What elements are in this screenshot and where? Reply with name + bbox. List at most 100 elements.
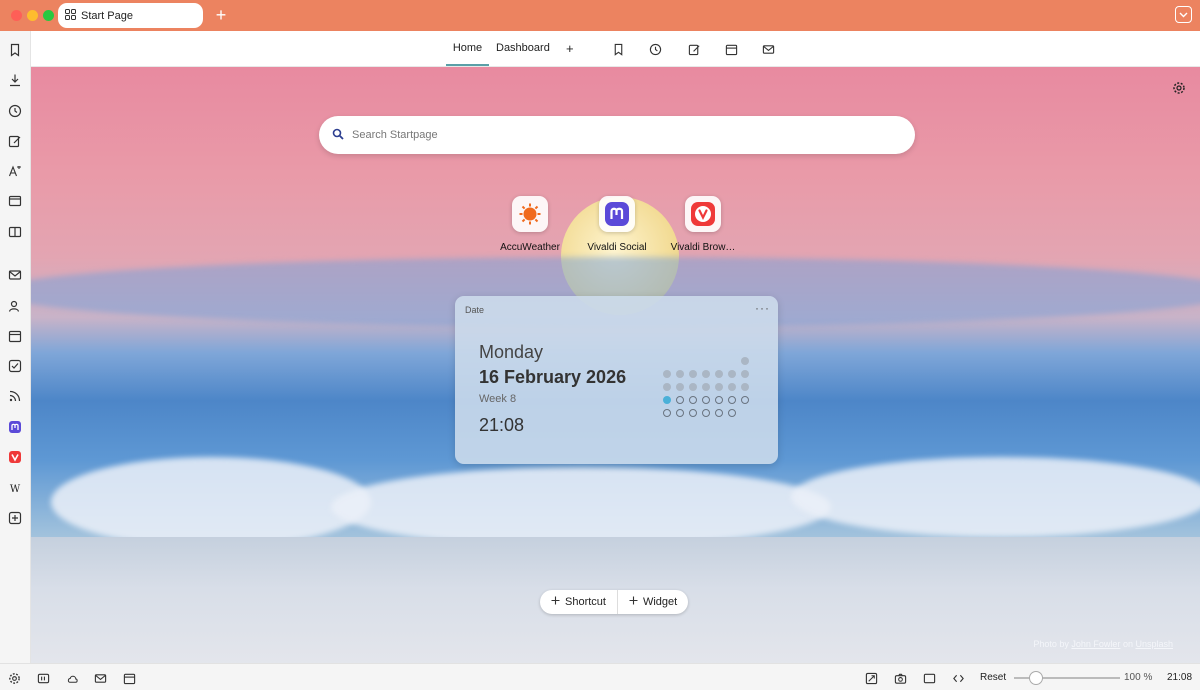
notes-icon[interactable] [5,131,25,151]
clock-time: 21:08 [479,415,525,435]
day-dot [728,383,736,391]
bookmark-icon[interactable] [610,41,626,57]
status-bar: Reset 100 % 21:08 [0,663,1200,690]
zoom-reset-button[interactable]: Reset [980,672,1006,683]
add-widget-button[interactable]: Widget [618,590,688,614]
day-dot [728,370,736,378]
add-panel-icon[interactable] [5,508,25,528]
bookmarks-icon[interactable] [5,40,25,60]
day-dot [702,383,710,391]
start-page-icon [65,8,76,23]
weekday: Monday [479,342,544,362]
calendar-icon[interactable] [5,326,25,346]
speed-dial-vivaldi-social[interactable]: Vivaldi Social [572,196,662,253]
widget-menu-button[interactable]: ··· [755,301,770,315]
widget-title: Date [465,305,485,315]
day-dot [663,409,671,417]
speed-dial-vivaldi-browser[interactable]: Vivaldi Brow… [658,196,748,253]
tasks-icon[interactable] [5,356,25,376]
vivaldi-icon[interactable] [5,447,25,467]
tab-dashboard[interactable]: Dashboard [496,31,550,66]
mastodon-icon[interactable] [5,417,25,437]
author-link[interactable]: John Fowler [1071,639,1120,649]
speed-dial-label: AccuWeather [500,242,560,253]
day-dot [728,409,736,417]
day-dot [663,383,671,391]
day-dot [689,370,697,378]
chevron-down-icon[interactable] [1175,6,1192,23]
day-dot [715,396,723,404]
page-tiling-icon[interactable] [921,670,937,686]
day-dot [741,383,749,391]
day-dot [689,409,697,417]
add-widget-label: Widget [642,596,678,608]
title-bar: Start Page + [0,0,1200,31]
speed-dial-label: Vivaldi Social [587,242,647,253]
minimize-window-button[interactable] [27,10,38,21]
speed-dial-accuweather[interactable]: AccuWeather [485,196,575,253]
page-actions-icon[interactable] [950,670,966,686]
mail-icon[interactable] [5,265,25,285]
day-dot [702,409,710,417]
window-icon[interactable] [5,191,25,211]
tab-start-page[interactable]: Start Page [58,3,203,28]
mail-icon[interactable] [760,41,776,57]
day-dot [689,396,697,404]
wikipedia-icon[interactable]: W [5,478,25,498]
camera-icon[interactable] [892,670,908,686]
day-dot [702,370,710,378]
gear-icon[interactable] [1172,81,1188,97]
search-icon [332,128,344,143]
new-tab-button[interactable]: + [211,5,231,25]
add-toolbar: Shortcut Widget [540,590,689,614]
history-icon[interactable] [5,101,25,121]
day-dot [728,396,736,404]
day-dot [741,396,749,404]
tab-title: Start Page [81,9,133,22]
day-dot [702,396,710,404]
panel-toggle-icon[interactable] [35,670,51,686]
capture-icon[interactable] [863,670,879,686]
zoom-slider-handle[interactable] [1029,671,1043,685]
panel-bar: W [0,31,31,663]
cloud [51,457,371,547]
start-page-header: Home Dashboard + [31,31,1200,67]
calendar-icon[interactable] [121,670,137,686]
close-window-button[interactable] [11,10,22,21]
calendar-icon[interactable] [723,41,739,57]
translate-icon[interactable] [5,161,25,181]
day-dot [663,370,671,378]
day-dot [741,370,749,378]
plus-icon [551,596,560,608]
sync-cloud-icon[interactable] [64,670,80,686]
mail-icon[interactable] [92,670,108,686]
search-bar[interactable] [319,116,915,154]
reading-list-icon[interactable] [5,222,25,242]
mastodon-icon [599,196,635,232]
day-dot [715,383,723,391]
unsplash-link[interactable]: Unsplash [1135,639,1173,649]
day-dot [676,409,684,417]
day-dot [676,396,684,404]
add-group-button[interactable]: + [566,31,574,66]
contacts-icon[interactable] [5,296,25,316]
photo-credit: Photo by John Fowler on Unsplash [1033,639,1173,649]
speed-dial-label: Vivaldi Brow… [670,242,736,253]
tab-home[interactable]: Home [446,31,489,66]
search-input[interactable] [352,129,872,141]
day-dot [676,370,684,378]
feeds-icon[interactable] [5,386,25,406]
settings-icon[interactable] [6,670,22,686]
status-clock[interactable]: 21:08 [1167,672,1192,683]
cloud [791,457,1200,537]
day-dot [715,370,723,378]
zoom-window-button[interactable] [43,10,54,21]
notes-icon[interactable] [686,41,702,57]
start-page-background: AccuWeather Vivaldi Social Vivaldi Brow…… [31,67,1200,663]
day-dot [676,383,684,391]
vivaldi-icon [685,196,721,232]
add-shortcut-button[interactable]: Shortcut [540,590,617,614]
history-icon[interactable] [647,41,663,57]
downloads-icon[interactable] [5,70,25,90]
day-dot [741,357,749,365]
